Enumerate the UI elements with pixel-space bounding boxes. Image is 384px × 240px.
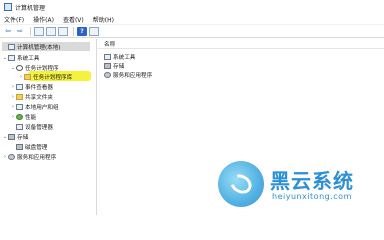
- storage-icon: [8, 133, 15, 140]
- watermark-brand: 黑云系统: [270, 169, 354, 193]
- forward-arrow-icon[interactable]: ⇨: [15, 27, 25, 36]
- services-icon: [104, 71, 111, 78]
- clock-icon: [16, 64, 23, 71]
- tree-item-shared-folders[interactable]: › 共享文件夹: [10, 92, 53, 101]
- computer-management-icon: [4, 3, 12, 11]
- tree-item-task-scheduler-library[interactable]: › 任务计划程序库: [18, 72, 72, 81]
- tree-item-storage[interactable]: ⌄ 存储: [2, 132, 28, 141]
- toolbar-separator: [73, 26, 74, 36]
- tree-item-services-apps[interactable]: › 服务和应用程序: [2, 152, 56, 161]
- back-arrow-icon[interactable]: ⇦: [3, 27, 13, 36]
- tree-item-local-users-groups[interactable]: › 本地用户和组: [10, 102, 59, 111]
- window-title: 计算机管理: [15, 4, 46, 12]
- cloud-logo-icon: [218, 161, 264, 207]
- tools-icon: [104, 53, 111, 60]
- users-icon: [16, 103, 23, 110]
- folder-icon: [24, 73, 31, 80]
- navigation-tree: 计算机管理(本地) ⌄ 系统工具 ⌄ 任务计划程序 › 任务计划程序库 › 事件…: [0, 39, 97, 215]
- tree-item-event-viewer[interactable]: › 事件查看器: [10, 82, 53, 91]
- properties-icon[interactable]: [46, 26, 56, 36]
- list-item[interactable]: 服务和应用程序: [104, 70, 152, 79]
- tree-item-performance[interactable]: › 性能: [10, 112, 36, 121]
- tree-item-system-tools[interactable]: ⌄ 系统工具: [2, 53, 39, 62]
- menu-help[interactable]: 帮助(H): [93, 15, 114, 24]
- disk-icon: [16, 143, 23, 150]
- toolbar-separator: [30, 26, 31, 36]
- services-icon: [8, 153, 15, 160]
- tree-item-device-manager[interactable]: 设备管理器: [10, 122, 53, 131]
- watermark-url: heiyunxitong.com: [272, 192, 352, 201]
- menu-action[interactable]: 操作(A): [33, 15, 54, 24]
- list-item[interactable]: 系统工具: [104, 52, 135, 61]
- help-icon[interactable]: ?: [77, 26, 87, 36]
- menu-view[interactable]: 查看(V): [63, 15, 84, 24]
- performance-icon: [16, 113, 23, 120]
- computer-icon: [8, 43, 15, 50]
- export-list-icon[interactable]: [58, 26, 68, 36]
- tree-item-disk-management[interactable]: 磁盘管理: [10, 142, 47, 151]
- menu-file[interactable]: 文件(F): [4, 15, 24, 24]
- tree-item-root[interactable]: 计算机管理(本地): [2, 42, 90, 51]
- title-bar: 计算机管理: [0, 0, 384, 14]
- menu-bar: 文件(F) 操作(A) 查看(V) 帮助(H): [0, 14, 384, 25]
- shared-folder-icon: [16, 93, 23, 100]
- console-view-icon[interactable]: [89, 26, 99, 36]
- storage-icon: [104, 62, 111, 69]
- watermark: 黑云系统 heiyunxitong.com: [218, 161, 378, 209]
- tools-icon: [8, 54, 15, 61]
- name-column-header[interactable]: 名称: [98, 39, 384, 49]
- show-tree-icon[interactable]: [34, 26, 44, 36]
- toolbar: ⇦ ⇨ ?: [0, 25, 384, 38]
- list-item[interactable]: 存储: [104, 61, 124, 70]
- device-manager-icon: [16, 123, 23, 130]
- event-viewer-icon: [16, 83, 23, 90]
